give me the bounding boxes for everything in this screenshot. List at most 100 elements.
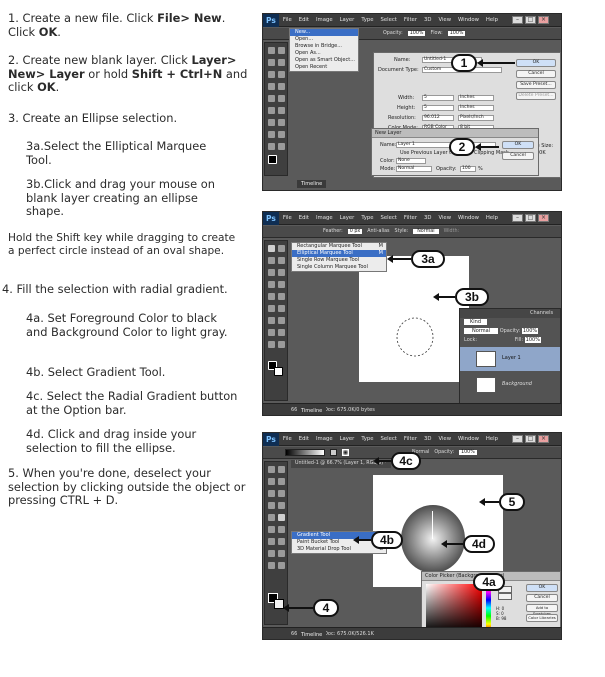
menu-select[interactable]: Select <box>381 17 397 23</box>
menu-item-new[interactable]: New... <box>290 29 358 36</box>
close-button[interactable]: × <box>538 435 549 443</box>
menu-edit[interactable]: Edit <box>299 17 309 23</box>
menu-item-bridge[interactable]: Browse in Bridge... <box>290 43 358 50</box>
color-field[interactable] <box>426 584 482 632</box>
menu-select[interactable]: Select <box>381 436 397 442</box>
menu-window[interactable]: Window <box>458 17 479 23</box>
menu-image[interactable]: Image <box>316 436 333 442</box>
layer-row-layer1[interactable]: Layer 1 <box>460 347 560 371</box>
menu-3d[interactable]: 3D <box>424 215 431 221</box>
menu-3d[interactable]: 3D <box>424 17 431 23</box>
maximize-button[interactable]: □ <box>525 214 536 222</box>
resolution-unit[interactable]: Pixels/Inch <box>458 115 494 121</box>
new-ok-button[interactable]: OK <box>516 59 556 67</box>
anti-alias-checkbox[interactable]: Anti-alias <box>367 229 389 234</box>
timeline-tab[interactable]: Timeline <box>297 631 327 639</box>
elliptical-marquee-item[interactable]: Elliptical Marquee Tool M <box>292 250 386 257</box>
menu-filter[interactable]: Filter <box>404 17 417 23</box>
menu-view[interactable]: View <box>438 17 451 23</box>
maximize-button[interactable]: □ <box>525 435 536 443</box>
menu-help[interactable]: Help <box>486 436 498 442</box>
menu-view[interactable]: View <box>438 436 451 442</box>
hue-slider[interactable] <box>486 584 491 632</box>
new-cancel-button[interactable]: Cancel <box>516 70 556 78</box>
layer-ok-button[interactable]: OK <box>502 141 534 149</box>
add-swatches-button[interactable]: Add to Swatches <box>526 604 558 616</box>
layer-opacity[interactable]: 100% <box>521 328 539 334</box>
menu-type[interactable]: Type <box>361 436 373 442</box>
close-button[interactable]: × <box>538 214 549 222</box>
timeline-tab[interactable]: Timeline <box>297 407 327 415</box>
menu-view[interactable]: View <box>438 215 451 221</box>
minimize-button[interactable]: – <box>512 16 523 24</box>
menu-item-open[interactable]: Open... <box>290 36 358 43</box>
close-button[interactable]: × <box>538 16 549 24</box>
radial-gradient-button[interactable] <box>342 449 349 456</box>
delete-preset-button[interactable]: Delete Preset... <box>516 92 556 100</box>
doc-size: Doc: 675.0K/526.1K <box>324 630 374 637</box>
gradient-ellipse <box>401 505 465 573</box>
menu-edit[interactable]: Edit <box>299 215 309 221</box>
width-unit[interactable]: Inches <box>458 95 494 101</box>
minimize-button[interactable]: – <box>512 435 523 443</box>
layer-row-background[interactable]: Background <box>460 373 560 397</box>
gradient-swatch[interactable] <box>285 449 325 456</box>
menu-layer[interactable]: Layer <box>340 436 355 442</box>
save-preset-button[interactable]: Save Preset... <box>516 81 556 89</box>
new-layer-title: New Layer <box>372 129 538 138</box>
menu-select[interactable]: Select <box>381 215 397 221</box>
menu-item-recent[interactable]: Open Recent <box>290 64 358 71</box>
menu-item-smart[interactable]: Open as Smart Object... <box>290 57 358 64</box>
menu-type[interactable]: Type <box>361 215 373 221</box>
blend-mode[interactable]: Normal <box>464 328 499 334</box>
menu-file[interactable]: File <box>283 17 292 23</box>
menu-image[interactable]: Image <box>316 215 333 221</box>
picker-cancel-button[interactable]: Cancel <box>526 594 558 602</box>
layer-mode-field[interactable]: Normal <box>396 166 432 172</box>
menu-filter[interactable]: Filter <box>404 436 417 442</box>
layer-cancel-button[interactable]: Cancel <box>502 152 534 160</box>
kind-filter[interactable]: Kind <box>464 319 488 325</box>
height-unit[interactable]: Inches <box>458 105 494 111</box>
menu-help[interactable]: Help <box>486 215 498 221</box>
single-column-marquee-item[interactable]: Single Column Marquee Tool <box>292 264 386 271</box>
color-libraries-button[interactable]: Color Libraries <box>526 614 558 622</box>
timeline-tab[interactable]: Timeline <box>297 180 327 188</box>
layer-fill[interactable]: 100% <box>524 337 541 343</box>
opacity-value[interactable]: 100% <box>407 31 426 36</box>
b-field[interactable]: B: 98 <box>496 616 506 621</box>
menu-file[interactable]: File <box>283 436 292 442</box>
menu-layer[interactable]: Layer <box>340 215 355 221</box>
options-bar: Feather: 0 px Anti-alias Style: Normal Wid… <box>263 226 561 238</box>
menu-image[interactable]: Image <box>316 17 333 23</box>
picker-ok-button[interactable]: OK <box>526 584 558 592</box>
rectangular-marquee-item[interactable]: Rectangular Marquee Tool M <box>292 243 386 250</box>
flow-value[interactable]: 100% <box>447 31 466 36</box>
style-select[interactable]: Normal <box>413 229 439 234</box>
width-field[interactable]: 5 <box>422 95 454 101</box>
menu-item-open-as[interactable]: Open As... <box>290 50 358 57</box>
linear-gradient-button[interactable] <box>330 449 337 456</box>
menu-edit[interactable]: Edit <box>299 436 309 442</box>
step-5: 5. When you're done, deselect your selec… <box>8 466 246 508</box>
layer-opacity-field[interactable]: 100 <box>460 166 476 172</box>
layer-color-field[interactable]: None <box>396 158 426 164</box>
material-drop-item[interactable]: 3D Material Drop Tool G <box>292 546 386 553</box>
menu-3d[interactable]: 3D <box>424 436 431 442</box>
maximize-button[interactable]: □ <box>525 16 536 24</box>
channels-tab[interactable]: Channels <box>460 309 560 318</box>
minimize-button[interactable]: – <box>512 214 523 222</box>
menu-file[interactable]: File <box>283 215 292 221</box>
resolution-field[interactable]: 96.012 <box>422 115 454 121</box>
menu-window[interactable]: Window <box>458 215 479 221</box>
menu-type[interactable]: Type <box>361 17 373 23</box>
menu-filter[interactable]: Filter <box>404 215 417 221</box>
step-4d: 4d. Click and drag inside your selection… <box>26 427 197 455</box>
single-row-marquee-item[interactable]: Single Row Marquee Tool <box>292 257 386 264</box>
height-field[interactable]: 5 <box>422 105 454 111</box>
menu-layer[interactable]: Layer <box>340 17 355 23</box>
gradient-opacity[interactable]: 100% <box>459 450 477 455</box>
feather-field[interactable]: 0 px <box>347 229 363 234</box>
menu-help[interactable]: Help <box>486 17 498 23</box>
menu-window[interactable]: Window <box>458 436 479 442</box>
